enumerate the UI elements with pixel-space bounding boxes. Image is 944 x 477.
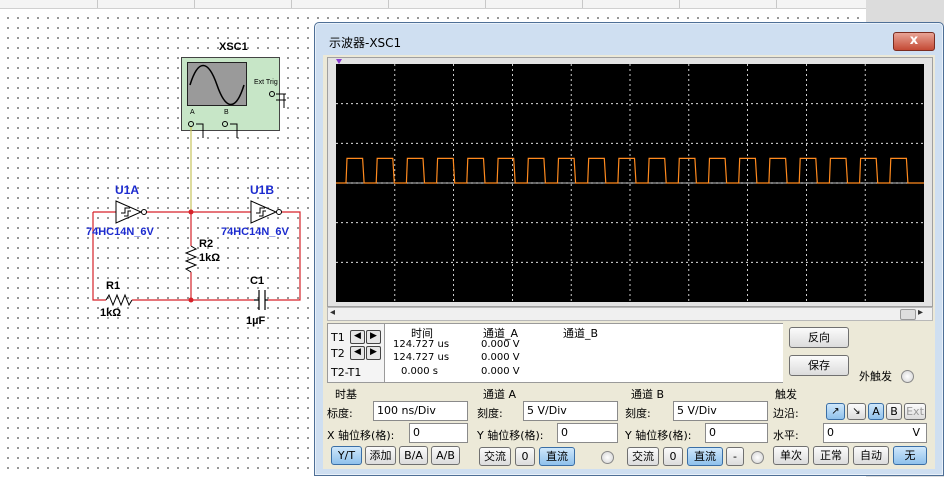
- trigger-title: 触发: [775, 388, 797, 401]
- t1-right-arrow-icon[interactable]: ▶: [366, 330, 381, 344]
- scope-frame: [327, 57, 933, 307]
- channel-b-minus-button[interactable]: -: [726, 447, 744, 466]
- channel-b-zero-button[interactable]: 0: [663, 447, 683, 466]
- trigger-b-button[interactable]: B: [886, 403, 902, 420]
- t2-left-arrow-icon[interactable]: ◀: [350, 346, 365, 360]
- trigger-level-unit: V: [912, 426, 920, 439]
- close-button[interactable]: x: [893, 32, 935, 51]
- channel-b-ypos-label: Y 轴位移(格):: [625, 429, 692, 442]
- scroll-left-icon[interactable]: ◂: [330, 307, 335, 318]
- ab-button[interactable]: A/B: [431, 446, 460, 465]
- reverse-button[interactable]: 反向: [789, 327, 849, 348]
- x-position-label: X 轴位移(格):: [327, 429, 395, 442]
- channel-b-ypos-input[interactable]: 0: [705, 423, 768, 443]
- channel-a-radio[interactable]: [601, 451, 614, 464]
- channel-b-radio[interactable]: [751, 451, 764, 464]
- r1-value: 1kΩ: [100, 307, 122, 319]
- channel-a-scale-label: 刻度:: [477, 407, 503, 420]
- t2-label: T2: [331, 347, 345, 360]
- ext-trigger-radio[interactable]: [901, 370, 914, 383]
- channel-b-scale-label: 刻度:: [625, 407, 651, 420]
- trigger-level-input[interactable]: 0 V: [823, 423, 927, 443]
- t1-time: 124.727 us: [393, 339, 450, 350]
- channel-b-scale-input[interactable]: 5 V/Div: [673, 401, 768, 421]
- auto-button[interactable]: 自动: [853, 446, 889, 465]
- channel-a-ypos-label: Y 轴位移(格):: [477, 429, 544, 442]
- oscilloscope-window[interactable]: 示波器-XSC1 x ◂ ▸ T1 ◀ ▶ T2 ◀ ▶ T2-T1 时间 通道…: [314, 22, 944, 476]
- r1-label: R1: [106, 280, 121, 292]
- channel-b-dc-button[interactable]: 直流: [687, 447, 723, 466]
- window-client: ◂ ▸ T1 ◀ ▶ T2 ◀ ▶ T2-T1 时间 通道_A 通道_B 124…: [323, 55, 935, 469]
- dt-channel-a: 0.000 V: [481, 366, 520, 377]
- trigger-ext-button[interactable]: Ext: [904, 403, 926, 420]
- dt-time: 0.000 s: [401, 366, 439, 377]
- t1-label: T1: [331, 331, 345, 344]
- save-button[interactable]: 保存: [789, 355, 849, 376]
- ba-button[interactable]: B/A: [399, 446, 428, 465]
- trigger-level-value: 0: [827, 426, 834, 439]
- timebase-title: 时基: [335, 388, 357, 401]
- t1-channel-a: 0.000 V: [481, 339, 520, 350]
- t1-left-arrow-icon[interactable]: ◀: [350, 330, 365, 344]
- channel-a-title: 通道 A: [483, 388, 517, 401]
- none-button[interactable]: 无: [893, 446, 927, 465]
- timebase-scale-input[interactable]: 100 ns/Div: [373, 401, 468, 421]
- c1-value: 1µF: [246, 315, 266, 327]
- u1a-symbol: [115, 200, 147, 224]
- yt-button[interactable]: Y/T: [331, 446, 362, 465]
- c1-label: C1: [250, 275, 265, 287]
- t2t1-label: T2-T1: [331, 366, 362, 379]
- channel-a-ac-button[interactable]: 交流: [479, 447, 511, 466]
- x-position-input[interactable]: 0: [409, 423, 468, 443]
- col-channel-b: 通道_B: [563, 327, 599, 340]
- t2-right-arrow-icon[interactable]: ▶: [366, 346, 381, 360]
- channel-a-ypos-input[interactable]: 0: [557, 423, 618, 443]
- u1b-symbol: [250, 200, 282, 224]
- single-button[interactable]: 单次: [773, 446, 809, 465]
- channel-b-ac-button[interactable]: 交流: [627, 447, 659, 466]
- window-title: 示波器-XSC1: [329, 36, 402, 50]
- u1a-part: 74HC14N_6V: [86, 226, 154, 238]
- scroll-right-icon[interactable]: ▸: [918, 307, 923, 318]
- ext-trigger-label: 外触发: [859, 370, 892, 383]
- time-scrollbar[interactable]: ◂ ▸: [327, 307, 933, 321]
- channel-b-title: 通道 B: [631, 388, 665, 401]
- falling-edge-button[interactable]: ↘: [847, 403, 866, 420]
- channel-a-dc-button[interactable]: 直流: [539, 447, 575, 466]
- add-button[interactable]: 添加: [365, 446, 396, 465]
- u1b-part: 74HC14N_6V: [221, 226, 289, 238]
- channel-a-scale-input[interactable]: 5 V/Div: [523, 401, 618, 421]
- channel-a-zero-button[interactable]: 0: [515, 447, 535, 466]
- timebase-scale-label: 标度:: [327, 407, 353, 420]
- normal-button[interactable]: 正常: [813, 446, 849, 465]
- t2-time: 124.727 us: [393, 352, 450, 363]
- r2-value: 1kΩ: [199, 252, 221, 264]
- trigger-edge-label: 边沿:: [773, 407, 799, 420]
- u1b-label: U1B: [250, 183, 275, 197]
- r2-label: R2: [199, 238, 214, 250]
- scope-display[interactable]: [336, 64, 924, 302]
- scope-graticule: [336, 64, 924, 302]
- readout-table: 时间 通道_A 通道_B 124.727 us 0.000 V 124.727 …: [384, 324, 783, 382]
- title-bar[interactable]: 示波器-XSC1 x: [315, 23, 943, 55]
- t2-channel-a: 0.000 V: [481, 352, 520, 363]
- cursor-readout-panel: T1 ◀ ▶ T2 ◀ ▶ T2-T1 时间 通道_A 通道_B 124.727…: [327, 323, 783, 383]
- trigger-level-label: 水平:: [773, 429, 799, 442]
- scroll-thumb[interactable]: [900, 309, 916, 320]
- rising-edge-button[interactable]: ↗: [826, 403, 845, 420]
- trigger-a-button[interactable]: A: [868, 403, 884, 420]
- u1a-label: U1A: [115, 183, 140, 197]
